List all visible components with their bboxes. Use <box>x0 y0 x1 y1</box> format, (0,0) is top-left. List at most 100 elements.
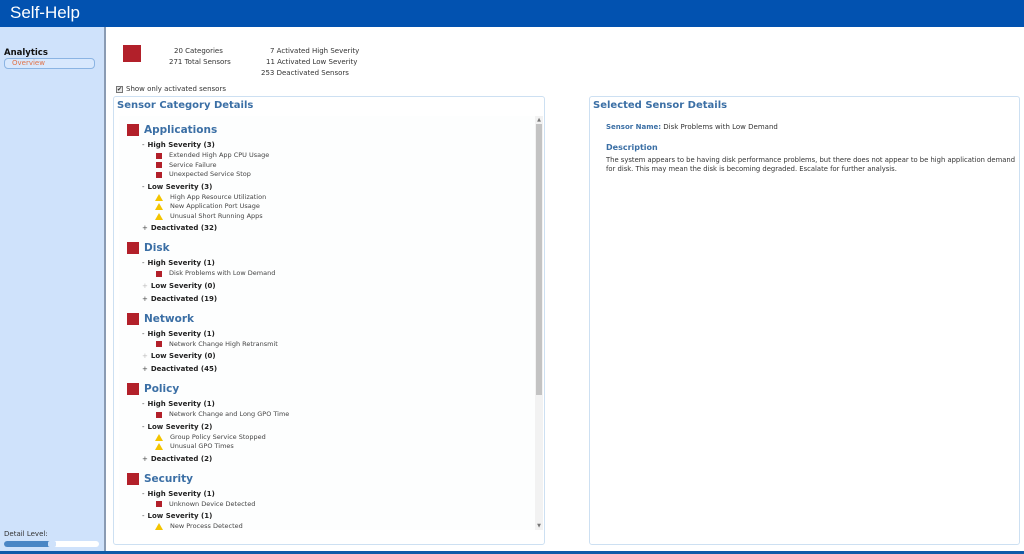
sensor-item[interactable]: Extended High App CPU Usage <box>119 151 535 161</box>
category-header[interactable]: Policy <box>119 381 535 397</box>
summary-status-icon <box>123 45 141 62</box>
high-severity-icon <box>156 270 162 277</box>
expand-icon[interactable]: + <box>142 455 148 463</box>
sensor-item[interactable]: High App Resource Utilization <box>119 193 535 203</box>
low-severity-group[interactable]: + Low Severity (0) <box>119 351 535 362</box>
sensor-item[interactable]: Service Failure <box>119 161 535 171</box>
sensor-category-title: Sensor Category Details <box>117 100 254 111</box>
category-security: Security - High Severity (1) Unknown Devic… <box>119 471 535 530</box>
slider-handle[interactable] <box>47 541 56 547</box>
sensor-name-value: Disk Problems with Low Demand <box>663 123 778 131</box>
high-severity-group[interactable]: - High Severity (1) <box>119 329 535 340</box>
category-header[interactable]: Disk <box>119 240 535 256</box>
expand-icon[interactable]: + <box>142 365 148 373</box>
category-name: Applications <box>144 124 218 136</box>
tree-scrollbar[interactable]: ▲ ▼ <box>535 116 543 530</box>
selected-sensor-panel: Selected Sensor Details Sensor Name: Dis… <box>589 96 1020 545</box>
sensor-item[interactable]: Disk Problems with Low Demand <box>119 269 535 279</box>
high-severity-status-icon <box>127 312 139 325</box>
collapse-icon[interactable]: - <box>142 330 145 338</box>
high-severity-label: High Severity (1) <box>147 400 215 408</box>
high-severity-icon <box>156 162 162 169</box>
category-applications: Applications - High Severity (3) Extended … <box>119 122 535 234</box>
sensor-item[interactable]: Network Change and Long GPO Time <box>119 410 535 420</box>
category-name: Security <box>144 472 194 485</box>
collapse-icon[interactable]: - <box>142 490 145 498</box>
sensor-name-row: Sensor Name: Disk Problems with Low Dema… <box>606 123 778 131</box>
high-severity-label: High Severity (1) <box>147 259 215 267</box>
activated-low-count: 11 Activated Low Severity <box>266 58 358 66</box>
category-name: Network <box>144 312 195 325</box>
category-tree: Applications - High Severity (3) Extended … <box>119 116 535 530</box>
high-severity-group[interactable]: - High Severity (3) <box>119 140 535 151</box>
detail-level-slider[interactable] <box>4 541 99 547</box>
collapse-icon[interactable]: - <box>142 141 145 149</box>
collapse-icon[interactable]: - <box>142 183 145 191</box>
high-severity-group[interactable]: - High Severity (1) <box>119 489 535 500</box>
sensor-item[interactable]: Network Change High Retransmit <box>119 340 535 350</box>
show-only-activated[interactable]: ✔ Show only activated sensors <box>116 85 226 93</box>
sensor-item[interactable]: Unusual GPO Times <box>119 442 535 452</box>
category-header[interactable]: Security <box>119 471 535 487</box>
category-header[interactable]: Network <box>119 311 535 327</box>
sensor-name: Service Failure <box>169 160 217 169</box>
sensor-item[interactable]: Unusual Short Running Apps <box>119 212 535 222</box>
deactivated-group[interactable]: + Deactivated (45) <box>119 364 535 375</box>
category-disk: Disk - High Severity (1) Disk Problems wit… <box>119 240 535 305</box>
detail-level-label: Detail Level: <box>4 530 48 538</box>
collapse-icon[interactable]: - <box>142 259 145 267</box>
deactivated-group[interactable]: + Deactivated (32) <box>119 223 535 234</box>
sensor-item[interactable]: New Process Detected <box>119 522 535 530</box>
scroll-thumb[interactable] <box>536 124 542 395</box>
low-severity-label: Low Severity (0) <box>150 352 216 360</box>
deactivated-label: Deactivated (19) <box>150 294 218 303</box>
scroll-down-icon[interactable]: ▼ <box>535 522 543 530</box>
category-name: Policy <box>144 383 180 395</box>
category-network: Network - High Severity (1) Network Change… <box>119 311 535 376</box>
show-only-activated-checkbox[interactable]: ✔ <box>116 85 123 93</box>
low-severity-label: Low Severity (2) <box>147 422 213 431</box>
expand-icon[interactable]: + <box>142 352 148 360</box>
deactivated-group[interactable]: + Deactivated (19) <box>119 294 535 305</box>
sensor-name: Disk Problems with Low Demand <box>169 269 276 277</box>
high-severity-label: High Severity (3) <box>147 141 215 149</box>
sidebar-section-analytics: Analytics <box>4 48 48 58</box>
deactivated-label: Deactivated (2) <box>150 454 213 463</box>
expand-icon[interactable]: + <box>142 282 148 290</box>
low-severity-label: Low Severity (1) <box>147 512 213 520</box>
sensor-category-panel: Sensor Category Details Applications - Hi… <box>113 96 545 545</box>
low-severity-group[interactable]: - Low Severity (3) <box>119 182 535 193</box>
high-severity-group[interactable]: - High Severity (1) <box>119 399 535 410</box>
low-severity-group[interactable]: + Low Severity (0) <box>119 281 535 292</box>
scroll-up-icon[interactable]: ▲ <box>535 116 543 124</box>
warning-triangle-icon <box>155 203 163 211</box>
expand-icon[interactable]: + <box>142 295 148 303</box>
description-text: The system appears to be having disk per… <box>606 156 1016 173</box>
slider-fill <box>4 541 52 547</box>
sensor-item[interactable]: Group Policy Service Stopped <box>119 433 535 443</box>
sensor-name: High App Resource Utilization <box>170 192 267 201</box>
sensor-name: Network Change and Long GPO Time <box>169 410 290 418</box>
high-severity-label: High Severity (1) <box>147 329 215 338</box>
high-severity-status-icon <box>127 242 139 254</box>
high-severity-label: High Severity (1) <box>147 489 215 498</box>
category-policy: Policy - High Severity (1) Network Change … <box>119 381 535 465</box>
deactivated-group[interactable]: + Deactivated (2) <box>119 454 535 465</box>
category-name: Disk <box>144 242 170 254</box>
high-severity-status-icon <box>127 383 139 395</box>
sensor-item[interactable]: New Application Port Usage <box>119 202 535 212</box>
collapse-icon[interactable]: - <box>142 512 145 520</box>
category-header[interactable]: Applications <box>119 122 535 138</box>
sensor-item[interactable]: Unexpected Service Stop <box>119 170 535 180</box>
app-header: Self-Help <box>0 0 1024 27</box>
sensor-name: Unknown Device Detected <box>169 499 256 508</box>
sidebar-item-overview[interactable]: Overview <box>4 58 95 69</box>
expand-icon[interactable]: + <box>142 224 148 232</box>
high-severity-group[interactable]: - High Severity (1) <box>119 258 535 269</box>
low-severity-group[interactable]: - Low Severity (1) <box>119 511 535 522</box>
collapse-icon[interactable]: - <box>142 423 145 431</box>
deactivated-count: 253 Deactivated Sensors <box>261 69 349 77</box>
collapse-icon[interactable]: - <box>142 400 145 408</box>
low-severity-group[interactable]: - Low Severity (2) <box>119 422 535 433</box>
sensor-item[interactable]: Unknown Device Detected <box>119 500 535 510</box>
